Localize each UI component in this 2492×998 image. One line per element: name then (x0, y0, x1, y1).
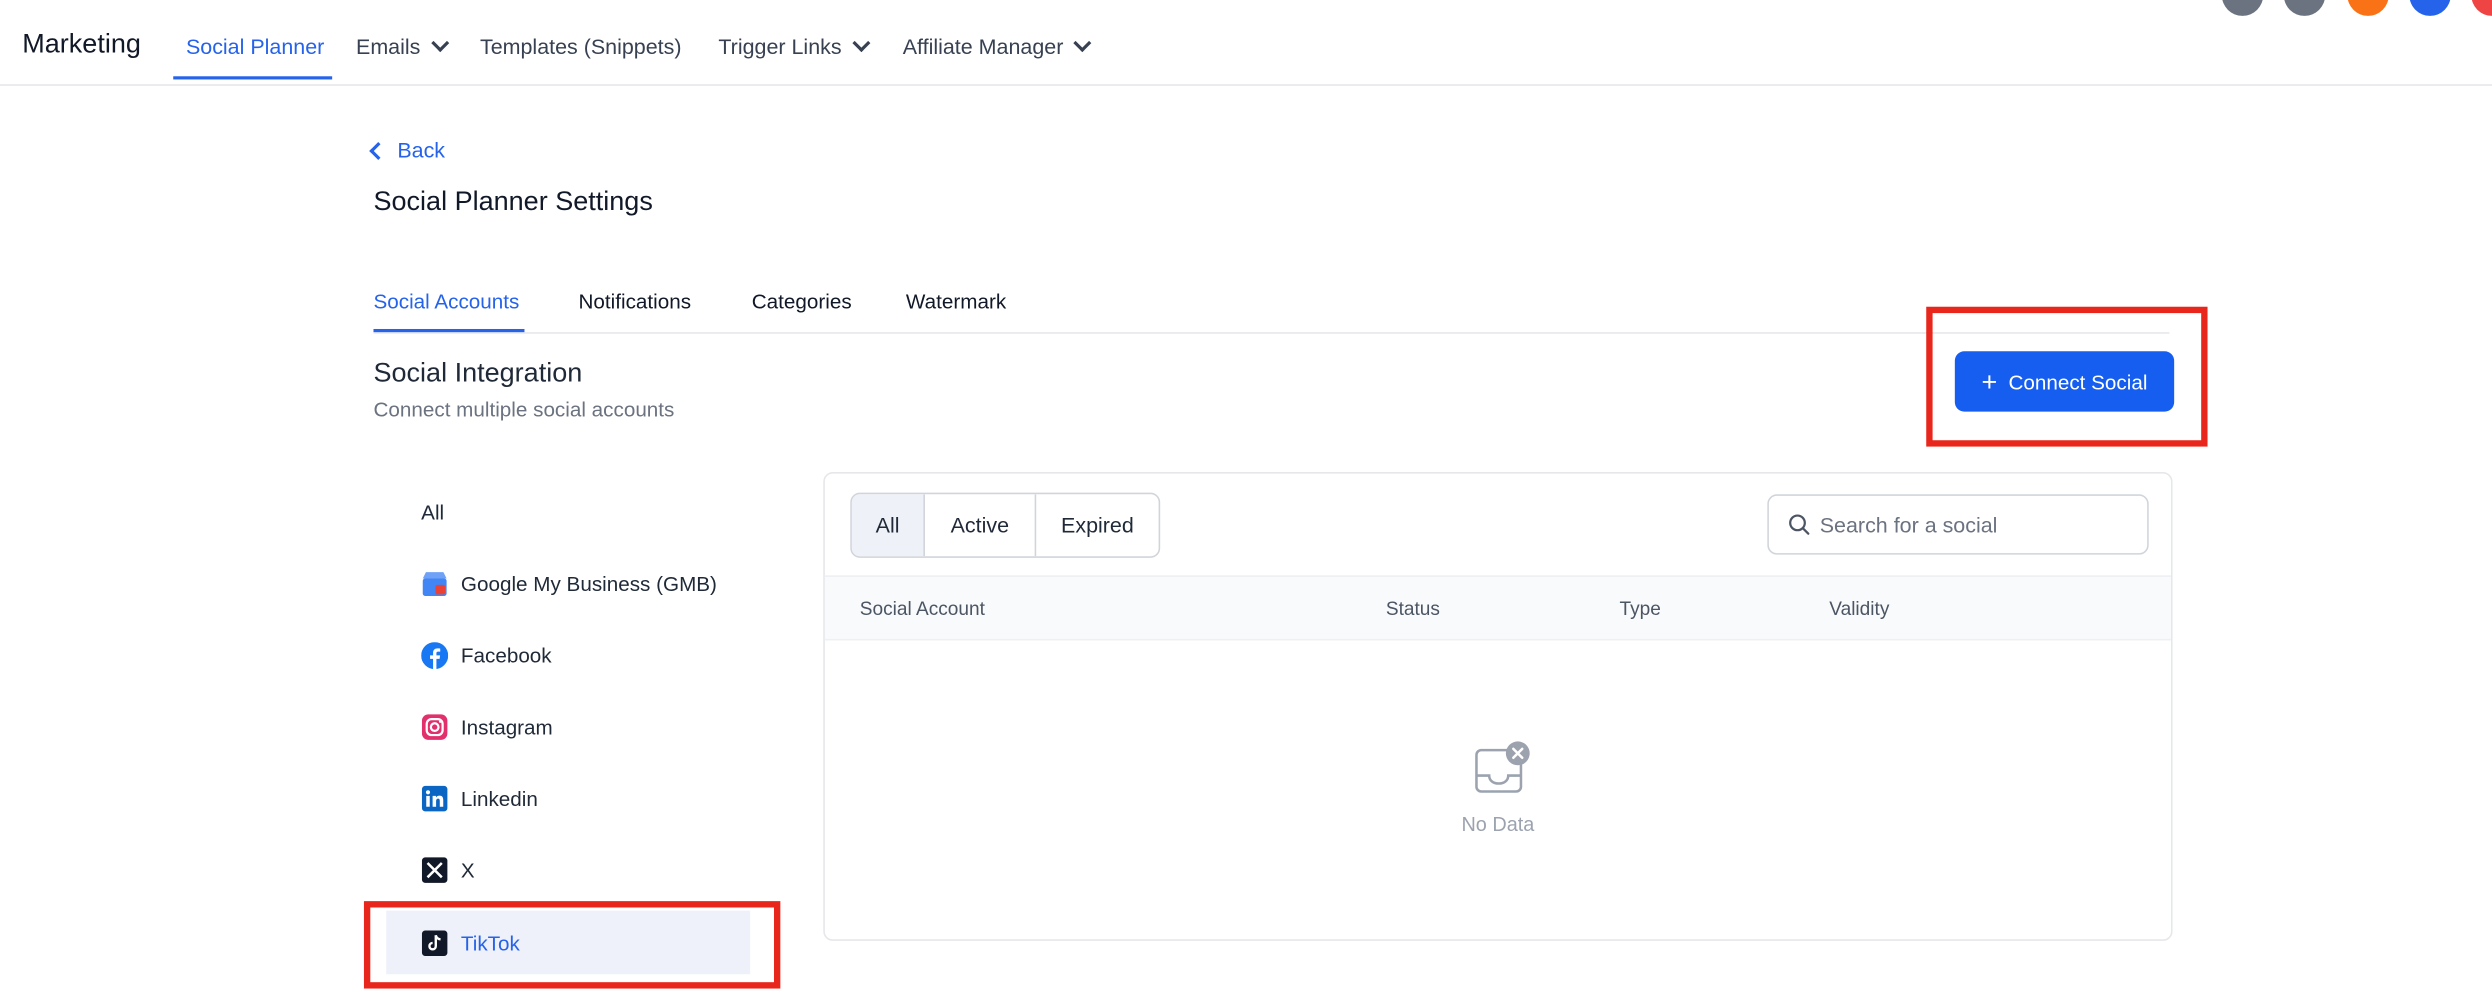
avatar[interactable] (2221, 0, 2264, 16)
plus-icon: + (1981, 366, 1998, 397)
search-icon (1789, 514, 1810, 535)
chevron-down-icon (1073, 33, 1092, 52)
tab-categories[interactable]: Categories (752, 289, 852, 313)
chevron-down-icon (851, 33, 870, 52)
empty-state-text: No Data (1461, 813, 1535, 836)
search-box[interactable] (1767, 494, 2149, 555)
tab-watermark[interactable]: Watermark (906, 289, 1006, 313)
section-title: Social Integration (373, 357, 583, 388)
section-subtitle: Connect multiple social accounts (373, 397, 675, 422)
tabs-divider (373, 332, 2170, 334)
linkedin-icon (421, 784, 448, 811)
filter-label: Facebook (460, 642, 552, 667)
nav-label: Emails (356, 34, 421, 59)
column-validity: Validity (1829, 597, 1890, 620)
instagram-icon (421, 713, 448, 740)
tab-notifications[interactable]: Notifications (579, 289, 692, 313)
gmb-icon (421, 570, 448, 597)
x-icon (421, 856, 448, 883)
nav-templates[interactable]: Templates (Snippets) (480, 35, 682, 59)
filter-gmb[interactable]: Google My Business (GMB) (386, 551, 750, 615)
column-social-account: Social Account (859, 597, 985, 620)
filter-label: Linkedin (460, 785, 538, 810)
facebook-icon (421, 641, 449, 669)
nav-label: Social Planner (185, 34, 325, 59)
page-title: Social Planner Settings (373, 185, 653, 217)
filter-label: Google My Business (GMB) (460, 571, 717, 596)
avatar[interactable] (2283, 0, 2326, 16)
avatar[interactable] (2347, 0, 2389, 16)
filter-label: TikTok (460, 930, 520, 955)
filter-linkedin[interactable]: Linkedin (386, 766, 750, 830)
segment-active[interactable]: Active (925, 494, 1037, 557)
status-segmented-control: All Active Expired (850, 492, 1161, 558)
accounts-table-card: All Active Expired Social Account Status… (823, 472, 2173, 941)
tab-social-accounts[interactable]: Social Accounts (373, 289, 519, 313)
filter-instagram[interactable]: Instagram (386, 695, 750, 759)
connect-social-button[interactable]: + Connect Social (1954, 351, 2175, 412)
top-nav: Marketing Social Planner Emails Template… (0, 0, 2492, 86)
filter-all[interactable]: All (386, 480, 750, 544)
tiktok-icon (421, 929, 448, 956)
back-link[interactable]: Back (369, 138, 446, 163)
nav-emails[interactable]: Emails (356, 33, 449, 59)
filter-x[interactable]: X (386, 838, 750, 902)
nav-trigger-links[interactable]: Trigger Links (718, 33, 870, 59)
filter-label: X (460, 857, 475, 882)
nav-label: Affiliate Manager (902, 34, 1064, 59)
filter-label: Instagram (460, 714, 553, 739)
chevron-down-icon (430, 33, 449, 52)
filter-tiktok[interactable]: TikTok (386, 910, 751, 975)
search-input[interactable] (1819, 512, 2122, 537)
nav-label: Templates (Snippets) (479, 34, 682, 59)
filter-label: All (421, 499, 445, 524)
nav-social-planner[interactable]: Social Planner (186, 35, 324, 59)
avatar[interactable] (2471, 0, 2492, 16)
app-title: Marketing (22, 28, 141, 59)
column-type: Type (1619, 597, 1661, 620)
chevron-left-icon (369, 141, 388, 160)
table-header: Social Account Status Type Validity (824, 575, 2171, 641)
segment-all[interactable]: All (851, 494, 925, 557)
empty-inbox-icon (1475, 741, 1530, 793)
column-status: Status (1385, 597, 1440, 620)
nav-label: Trigger Links (718, 34, 842, 59)
avatar[interactable] (2409, 0, 2451, 16)
filter-facebook[interactable]: Facebook (386, 623, 750, 687)
tab-active-indicator (373, 328, 525, 333)
back-label: Back (397, 138, 446, 163)
connect-social-label: Connect Social (2008, 369, 2148, 394)
nav-affiliate-manager[interactable]: Affiliate Manager (902, 33, 1092, 59)
nav-active-indicator (173, 76, 333, 80)
segment-expired[interactable]: Expired (1036, 494, 1158, 556)
